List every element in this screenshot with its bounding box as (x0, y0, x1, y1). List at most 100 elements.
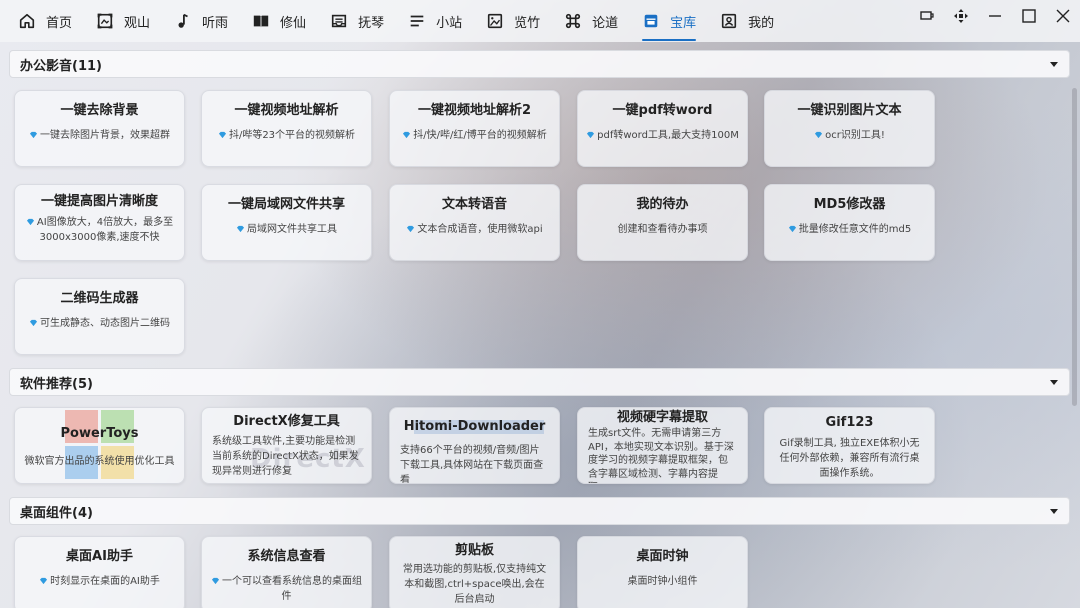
tool-card[interactable]: 一键局域网文件共享 局域网文件共享工具 (201, 184, 372, 261)
software-card[interactable]: Hitomi-Downloader 支持66个平台的视频/音频/图片下载工具,具… (389, 407, 560, 484)
card-title: 我的待办 (636, 197, 689, 212)
image-icon (486, 12, 504, 30)
software-card[interactable]: DirectX DirectX修复工具 系统级工具软件,主要功能是检测当前系统的… (201, 407, 372, 484)
card-desc: 一键去除图片背景，效果超群 (40, 130, 170, 141)
diamond-icon (815, 131, 823, 139)
diamond-icon (218, 131, 227, 139)
inbox-icon (330, 12, 348, 30)
widget-card[interactable]: 桌面AI助手 时刻显示在桌面的AI助手 (14, 536, 185, 608)
window-controls (910, 0, 1080, 36)
card-desc: AI图像放大，4倍放大，最多至3000x3000像素,速度不快 (36, 217, 174, 243)
nav-item-home[interactable]: 首页 (8, 0, 86, 42)
tool-card[interactable]: 一键去除背景 一键去除图片背景，效果超群 (14, 90, 185, 167)
card-title: 视频硬字幕提取 (616, 410, 708, 425)
tool-card[interactable]: 一键pdf转word pdf转word工具,最大支持100M (577, 90, 748, 167)
card-desc: ocr识别工具! (825, 130, 885, 141)
diamond-icon (236, 225, 245, 233)
section-header-widgets[interactable]: 桌面组件(4) (9, 497, 1070, 525)
nav-label: 观山 (124, 15, 151, 31)
close-button[interactable] (1046, 1, 1080, 35)
section-title: 办公影音(11) (20, 58, 102, 74)
maximize-icon (1021, 8, 1037, 28)
card-title: 一键去除背景 (60, 103, 139, 118)
card-desc: Gif录制工具, 独立EXE体积小无任何外部依赖，兼容所有流行桌面操作系统。 (779, 438, 920, 479)
card-title: 系统信息查看 (247, 549, 326, 564)
card-title: 一键pdf转word (612, 103, 713, 118)
move-button[interactable] (944, 1, 978, 35)
nav-item-baoku[interactable]: 宝库 (632, 0, 710, 42)
software-card[interactable]: PowerToys 微软官方出品的系统使用优化工具 (14, 407, 185, 484)
tool-card[interactable]: 我的待办 创建和查看待办事项 (577, 184, 748, 261)
card-title: 桌面AI助手 (66, 549, 133, 564)
nav-label: 览竹 (514, 15, 541, 31)
nav-label: 我的 (748, 15, 775, 31)
card-title: 二维码生成器 (60, 291, 139, 306)
minimize-icon (987, 8, 1003, 28)
tool-card[interactable]: 一键视频地址解析2 抖/快/哔/红/博平台的视频解析 (389, 90, 560, 167)
card-title: MD5修改器 (813, 197, 886, 212)
nav-item-fuqin[interactable]: 抚琴 (320, 0, 398, 42)
card-desc: 生成srt文件。无需申请第三方API，本地实现文本识别。基于深度学习的视频字幕提… (588, 428, 734, 483)
card-desc: 批量修改任意文件的md5 (798, 224, 912, 235)
nav-item-lanzhu[interactable]: 览竹 (476, 0, 554, 42)
scrollbar[interactable] (1072, 88, 1077, 406)
main-nav: 首页 观山 听雨 修仙 抚琴 小站 览竹 论道 宝库 我的 (0, 0, 788, 42)
keyboard-button[interactable] (910, 1, 944, 35)
frame-icon (96, 12, 114, 30)
widget-card[interactable]: 系统信息查看 一个可以查看系统信息的桌面组件 (201, 536, 372, 608)
nav-item-lundao[interactable]: 论道 (554, 0, 632, 42)
card-title: 一键视频地址解析2 (417, 103, 532, 118)
home-icon (18, 12, 36, 30)
card-desc: 常用选功能的剪贴板,仅支持纯文本和截图,ctrl+space唤出,会在后台启动 (402, 564, 547, 605)
diamond-icon (407, 225, 415, 233)
nav-label: 修仙 (280, 15, 307, 31)
nav-label: 听雨 (202, 15, 229, 31)
software-card[interactable]: 视频硬字幕提取 生成srt文件。无需申请第三方API，本地实现文本识别。基于深度… (577, 407, 748, 484)
card-title: 一键视频地址解析 (234, 103, 339, 118)
card-desc: 局域网文件共享工具 (247, 224, 337, 235)
section-header-office[interactable]: 办公影音(11) (9, 50, 1070, 78)
maximize-button[interactable] (1012, 1, 1046, 35)
tool-card[interactable]: MD5修改器 批量修改任意文件的md5 (764, 184, 935, 261)
card-desc: 文本合成语音，使用微软api (417, 224, 543, 235)
tool-card[interactable]: 一键视频地址解析 抖/哔等23个平台的视频解析 (201, 90, 372, 167)
card-desc: 创建和查看待办事项 (617, 224, 708, 235)
nav-label: 论道 (592, 15, 619, 31)
card-title: 桌面时钟 (636, 549, 689, 564)
card-title: Gif123 (825, 415, 874, 430)
nav-item-wode[interactable]: 我的 (710, 0, 788, 42)
diamond-icon (788, 225, 796, 233)
tool-card[interactable]: 二维码生成器 可生成静态、动态图片二维码 (14, 278, 185, 355)
section-title: 桌面组件(4) (20, 505, 93, 521)
nav-label: 首页 (46, 15, 73, 31)
diamond-icon (26, 218, 34, 226)
card-title: 剪贴板 (454, 543, 494, 558)
software-card[interactable]: Gif123 Gif录制工具, 独立EXE体积小无任何外部依赖，兼容所有流行桌面… (764, 407, 935, 484)
nav-label: 小站 (436, 15, 463, 31)
diamond-icon (40, 577, 48, 585)
section-header-software[interactable]: 软件推荐(5) (9, 368, 1070, 396)
card-desc: 系统级工具软件,主要功能是检测当前系统的DirectX状态，如果发现异常则进行修… (212, 436, 359, 477)
card-desc: 抖/哔等23个平台的视频解析 (228, 130, 356, 141)
nav-item-guanshan[interactable]: 观山 (86, 0, 164, 42)
tool-card[interactable]: 一键提高图片清晰度 AI图像放大，4倍放大，最多至3000x3000像素,速度不… (14, 184, 185, 261)
widget-card[interactable]: 桌面时钟 桌面时钟小组件 (577, 536, 748, 608)
keyboard-icon (919, 8, 935, 28)
tool-card[interactable]: 一键识别图片文本 ocr识别工具! (764, 90, 935, 167)
nav-label: 抚琴 (358, 15, 385, 31)
minimize-button[interactable] (978, 1, 1012, 35)
nav-label: 宝库 (670, 15, 697, 31)
nav-item-tingyu[interactable]: 听雨 (164, 0, 242, 42)
nav-item-xiaozhan[interactable]: 小站 (398, 0, 476, 42)
music-note-icon (174, 12, 192, 30)
section-title: 软件推荐(5) (20, 376, 93, 392)
diamond-icon (29, 319, 38, 327)
card-desc: pdf转word工具,最大支持100M (597, 130, 739, 141)
tool-card[interactable]: 文本转语音 文本合成语音，使用微软api (389, 184, 560, 261)
nav-item-xiuxian[interactable]: 修仙 (242, 0, 320, 42)
widget-card[interactable]: 剪贴板 常用选功能的剪贴板,仅支持纯文本和截图,ctrl+space唤出,会在后… (389, 536, 560, 608)
caret-down-icon (1049, 377, 1059, 387)
card-title: PowerToys (60, 426, 139, 441)
card-desc: 微软官方出品的系统使用优化工具 (24, 456, 175, 467)
command-icon (564, 12, 582, 30)
